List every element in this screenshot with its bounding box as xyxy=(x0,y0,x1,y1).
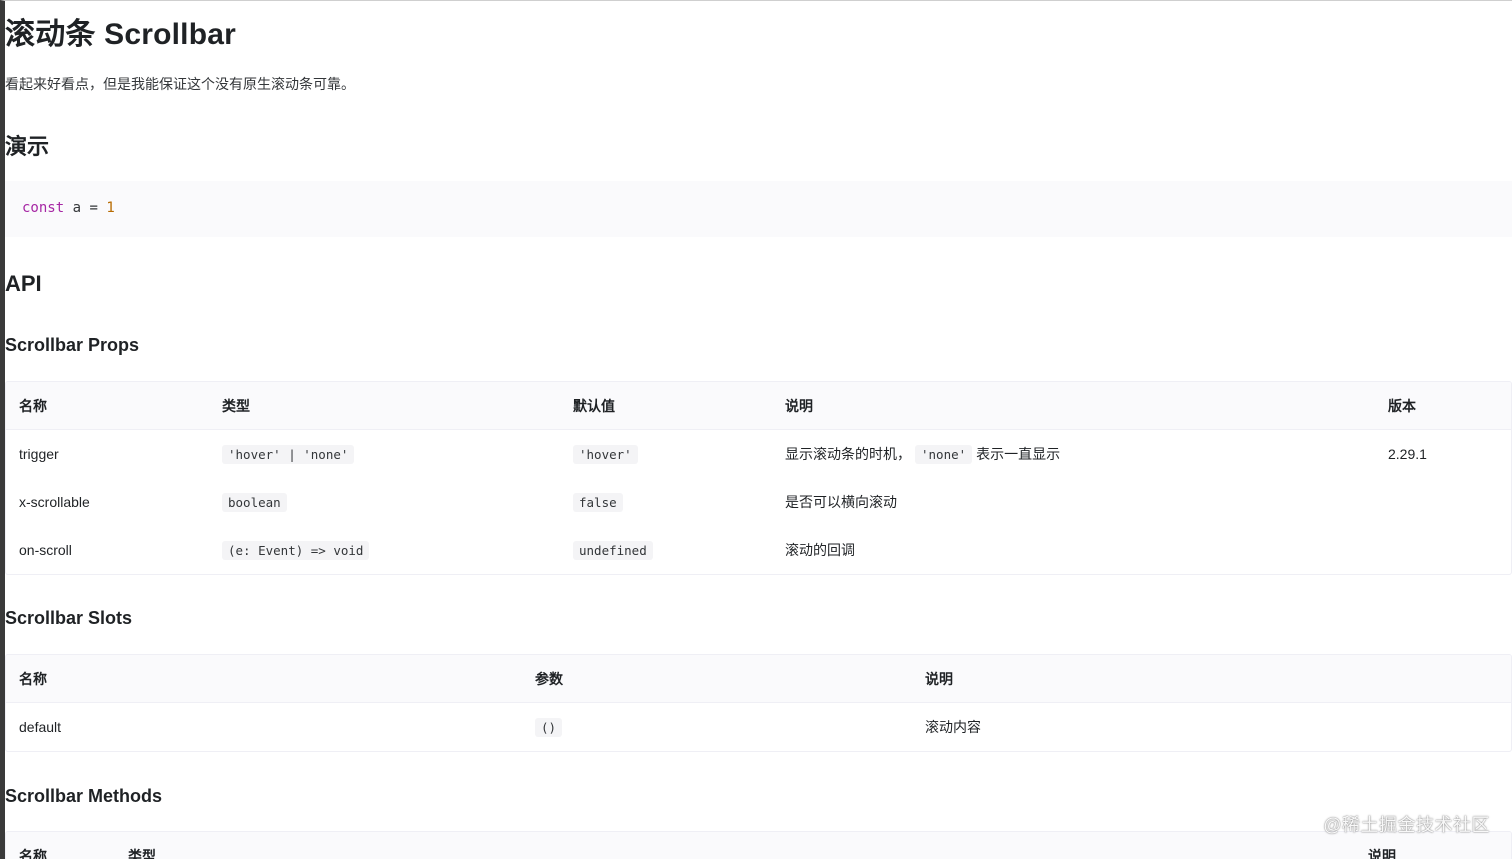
table-header-row: 名称 类型 说明 xyxy=(6,832,1511,859)
code-text: a = xyxy=(64,200,107,216)
slot-description: 滚动内容 xyxy=(925,719,981,735)
api-heading: API xyxy=(5,271,42,296)
column-header: 名称 xyxy=(19,847,47,859)
column-header: 名称 xyxy=(19,670,47,687)
table-header-row: 名称 参数 说明 xyxy=(6,655,1511,703)
column-header: 默认值 xyxy=(573,397,615,414)
table-row: default () 滚动内容 xyxy=(6,703,1511,751)
column-header: 参数 xyxy=(535,670,563,687)
page-intro: 看起来好看点，但是我能保证这个没有原生滚动条可靠。 xyxy=(5,76,355,92)
prop-name: x-scrollable xyxy=(19,494,90,510)
methods-table: 名称 类型 说明 xyxy=(5,831,1512,859)
page-title: 滚动条 Scrollbar xyxy=(5,18,236,51)
desc-text: 显示滚动条的时机， xyxy=(785,446,911,462)
demo-heading: 演示 xyxy=(5,134,50,159)
column-header: 版本 xyxy=(1388,397,1416,414)
prop-description: 显示滚动条的时机， 'none' 表示一直显示 xyxy=(785,430,1060,478)
desc-code: 'none' xyxy=(915,444,973,464)
table-row: x-scrollable boolean false 是否可以横向滚动 xyxy=(6,478,1511,526)
column-header: 说明 xyxy=(785,397,813,414)
slots-table: 名称 参数 说明 default () 滚动内容 xyxy=(5,654,1512,752)
slot-params: () xyxy=(535,717,563,737)
table-row: on-scroll (e: Event) => void undefined 滚… xyxy=(6,526,1511,574)
prop-type: boolean xyxy=(222,492,287,512)
prop-description: 是否可以横向滚动 xyxy=(785,494,897,510)
watermark: @稀土掘金技术社区 xyxy=(1323,815,1490,835)
prop-type: (e: Event) => void xyxy=(222,540,370,560)
slots-heading: Scrollbar Slots xyxy=(5,608,133,628)
prop-name: trigger xyxy=(19,446,59,462)
code-number: 1 xyxy=(106,200,115,216)
code-keyword: const xyxy=(22,200,65,216)
props-table: 名称 类型 默认值 说明 版本 trigger 'hover' | 'none'… xyxy=(5,381,1512,575)
code-block[interactable]: const a = 1 xyxy=(5,181,1512,237)
prop-default: false xyxy=(573,492,623,512)
column-header: 类型 xyxy=(222,397,250,414)
desc-text: 表示一直显示 xyxy=(976,446,1061,462)
prop-default: 'hover' xyxy=(573,444,638,464)
column-header: 类型 xyxy=(128,847,156,859)
column-header: 说明 xyxy=(925,670,953,687)
table-row: trigger 'hover' | 'none' 'hover' 显示滚动条的时… xyxy=(6,430,1511,478)
slot-name: default xyxy=(19,719,62,735)
prop-name: on-scroll xyxy=(19,542,72,558)
props-heading: Scrollbar Props xyxy=(5,335,140,355)
methods-heading: Scrollbar Methods xyxy=(5,786,163,806)
prop-type: 'hover' | 'none' xyxy=(222,444,355,464)
column-header: 名称 xyxy=(19,397,47,414)
prop-description: 滚动的回调 xyxy=(785,542,855,558)
prop-version: 2.29.1 xyxy=(1388,446,1427,462)
table-header-row: 名称 类型 默认值 说明 版本 xyxy=(6,382,1511,430)
prop-default: undefined xyxy=(573,540,653,560)
page-frame: 滚动条 Scrollbar 看起来好看点，但是我能保证这个没有原生滚动条可靠。 … xyxy=(0,0,1512,859)
